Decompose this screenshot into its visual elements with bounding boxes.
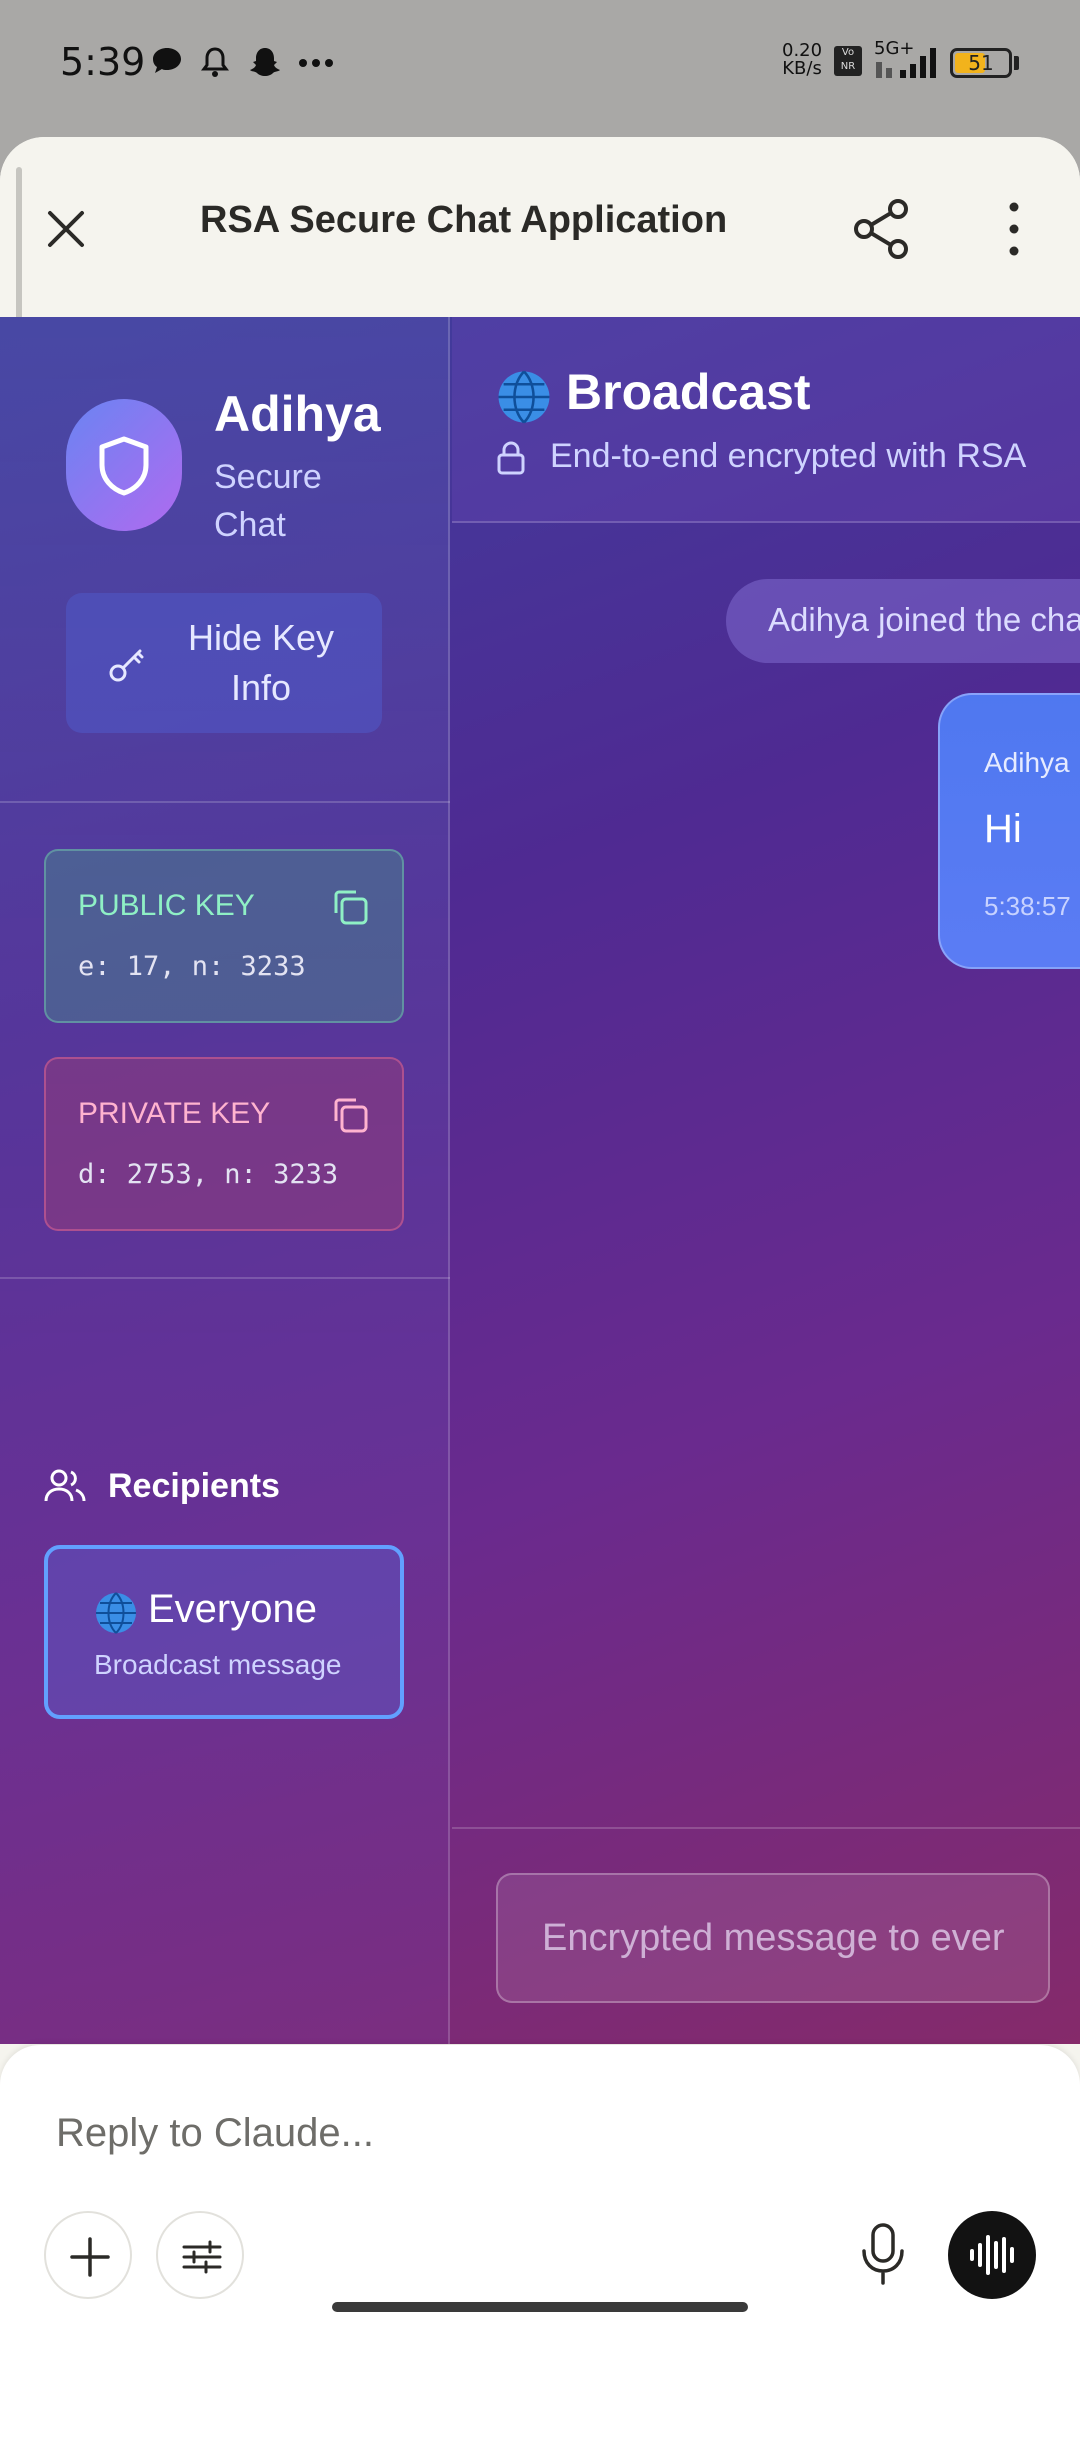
status-time: 5:39 bbox=[60, 40, 146, 84]
status-bar: 5:39 0.20 KB/s Vo NR 5G+ 51 bbox=[0, 0, 1080, 130]
snapchat-icon bbox=[250, 48, 280, 76]
lock-icon bbox=[497, 441, 525, 475]
hide-key-info-label: Hide Key Info bbox=[187, 617, 335, 708]
brand-subtitle: Secure Chat bbox=[214, 458, 322, 544]
sidebar: Adihya Secure Chat Hide Key Info PUBLIC … bbox=[0, 317, 450, 2044]
encrypted-message-input[interactable] bbox=[496, 1873, 1050, 2003]
recipients-label: Recipients bbox=[108, 1467, 280, 1505]
more-options-icon[interactable] bbox=[996, 197, 1032, 261]
vonr-badge: Vo NR bbox=[834, 46, 862, 76]
microphone-icon[interactable] bbox=[858, 2221, 908, 2287]
users-icon bbox=[44, 1469, 86, 1502]
private-key-value: d: 2753, n: 3233 bbox=[78, 1159, 339, 1190]
system-message: Adihya joined the chat bbox=[726, 579, 1080, 663]
share-icon[interactable] bbox=[848, 195, 916, 263]
message-sender: Adihya bbox=[984, 747, 1070, 778]
svg-text:5G+: 5G+ bbox=[874, 38, 914, 59]
voice-mode-button[interactable] bbox=[948, 2211, 1036, 2299]
recipient-everyone[interactable]: Everyone Broadcast message bbox=[44, 1545, 404, 1719]
message-text: Hi bbox=[984, 807, 1022, 851]
message-composer bbox=[452, 1827, 1080, 2044]
recipient-name: Everyone bbox=[148, 1587, 317, 1631]
public-key-value: e: 17, n: 3233 bbox=[78, 951, 306, 982]
message-bubble: Adihya Hi 5:38:57 bbox=[938, 693, 1080, 969]
private-key-card: PRIVATE KEY d: 2753, n: 3233 bbox=[44, 1057, 404, 1231]
private-key-title: PRIVATE KEY bbox=[78, 1097, 271, 1130]
bell-icon bbox=[201, 47, 229, 77]
add-button[interactable] bbox=[44, 2211, 132, 2299]
chat-title: Broadcast bbox=[566, 364, 811, 420]
tools-button[interactable] bbox=[156, 2211, 244, 2299]
battery-icon: 51 bbox=[950, 48, 1012, 78]
public-key-title: PUBLIC KEY bbox=[78, 889, 255, 922]
waveform-icon bbox=[970, 2235, 1014, 2275]
signal-icon: 5G+ bbox=[874, 38, 936, 78]
hide-key-info-button[interactable]: Hide Key Info bbox=[66, 593, 382, 733]
close-icon[interactable] bbox=[40, 203, 92, 255]
net-speed: 0.20 KB/s bbox=[782, 40, 823, 79]
home-indicator[interactable] bbox=[332, 2302, 748, 2312]
system-message-text: Adihya joined the chat bbox=[768, 601, 1080, 638]
sliders-icon bbox=[182, 2240, 222, 2274]
recipient-subtitle: Broadcast message bbox=[94, 1649, 342, 1680]
chat-header: Broadcast End-to-end encrypted with RSA bbox=[452, 317, 1080, 523]
reply-panel: Reply to Claude... bbox=[0, 2045, 1080, 2460]
chat-bubble-icon bbox=[153, 48, 181, 73]
public-key-card: PUBLIC KEY e: 17, n: 3233 bbox=[44, 849, 404, 1023]
plus-icon bbox=[70, 2237, 110, 2277]
page-title: RSA Secure Chat Application bbox=[200, 199, 728, 241]
app-sheet: RSA Secure Chat Application Adihya Secur… bbox=[0, 137, 1080, 2460]
more-notifications-icon bbox=[299, 59, 333, 67]
battery-tip bbox=[1014, 56, 1019, 70]
copy-icon[interactable] bbox=[328, 885, 372, 929]
divider bbox=[0, 1277, 450, 1279]
message-time: 5:38:57 bbox=[984, 891, 1071, 921]
globe-icon bbox=[498, 370, 550, 424]
globe-icon bbox=[96, 1592, 136, 1634]
encryption-note: End-to-end encrypted with RSA bbox=[550, 437, 1027, 475]
brand-name: Adihya bbox=[214, 386, 381, 442]
header: RSA Secure Chat Application bbox=[0, 137, 1080, 347]
key-icon bbox=[109, 649, 144, 682]
brand-logo bbox=[66, 399, 182, 531]
copy-icon[interactable] bbox=[328, 1093, 372, 1137]
divider bbox=[0, 801, 450, 803]
reply-input[interactable]: Reply to Claude... bbox=[56, 2111, 374, 2156]
shield-icon bbox=[99, 436, 149, 496]
rsa-chat-app: Adihya Secure Chat Hide Key Info PUBLIC … bbox=[0, 317, 1080, 2044]
